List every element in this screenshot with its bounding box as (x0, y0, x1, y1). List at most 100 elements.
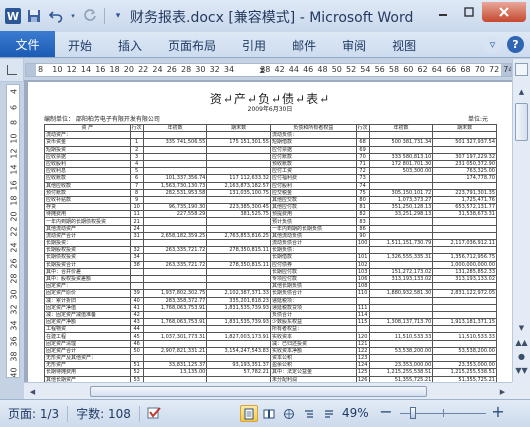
table-cell[interactable] (432, 181, 497, 190)
table-cell[interactable] (206, 325, 271, 334)
table-cell[interactable] (206, 167, 271, 176)
table-cell[interactable]: 固定资产原价 (44, 289, 131, 298)
table-cell[interactable]: 68 (355, 138, 370, 147)
table-cell[interactable]: 83 (355, 217, 370, 226)
table-cell[interactable]: 351,250,128.13 (368, 203, 434, 212)
table-cell[interactable]: 行次 (355, 123, 370, 133)
table-cell[interactable]: 长期投资： (44, 238, 131, 248)
table-cell[interactable]: 1,880,932,581.30 (368, 289, 434, 298)
table-cell[interactable] (129, 131, 144, 140)
table-cell[interactable]: 固定资产合计 (44, 346, 131, 356)
outline-view-icon[interactable] (300, 405, 318, 422)
table-cell[interactable] (142, 325, 208, 334)
table-cell[interactable] (129, 282, 144, 291)
table-cell[interactable] (142, 224, 208, 233)
table-cell[interactable]: 4 (129, 159, 144, 169)
table-cell[interactable]: 减：固定资产减值准备 (44, 310, 131, 320)
table-cell[interactable]: 1,037,301,773.31 (142, 332, 208, 341)
table-cell[interactable] (355, 246, 370, 255)
tab-home[interactable]: 开始 (55, 33, 105, 57)
table-cell[interactable] (206, 353, 271, 363)
table-cell[interactable]: 69 (355, 145, 370, 154)
table-cell[interactable]: 长期债权投资 (44, 253, 131, 262)
tab-view[interactable]: 视图 (379, 33, 429, 57)
table-cell[interactable]: 1,768,063,753.91 (142, 303, 208, 312)
table-cell[interactable]: 111 (355, 303, 370, 312)
table-cell[interactable]: 122 (355, 346, 370, 356)
table-cell[interactable]: 50 (129, 346, 144, 356)
table-cell[interactable]: 501 327,937.54 (432, 138, 497, 147)
table-cell[interactable]: 短期投资 (44, 145, 131, 154)
table-cell[interactable] (432, 224, 497, 233)
view-ruler-button[interactable] (515, 63, 528, 76)
table-cell[interactable]: 38 (129, 260, 144, 269)
table-cell[interactable]: 11 (129, 210, 144, 219)
horizontal-scroll-thumb[interactable] (90, 386, 427, 397)
table-cell[interactable] (206, 339, 271, 348)
table-cell[interactable]: 流动资产： (44, 131, 131, 140)
table-cell[interactable]: 80 (355, 195, 370, 205)
table-cell[interactable]: 应收票据 (44, 152, 131, 161)
table-cell[interactable]: 长期借款 (269, 253, 357, 262)
table-cell[interactable]: 33,831,125.37 (142, 361, 208, 370)
table-cell[interactable]: 流动资产合计 (44, 231, 131, 241)
word-logo-icon[interactable]: W (5, 8, 21, 24)
table-cell[interactable] (142, 159, 208, 169)
table-cell[interactable]: 2,102,387,371.33 (206, 289, 271, 298)
tab-file[interactable]: 文件 (0, 31, 55, 57)
table-cell[interactable] (432, 296, 497, 305)
table-cell[interactable] (368, 310, 434, 320)
table-cell[interactable]: 长期投资合计 (44, 260, 131, 269)
table-cell[interactable]: 应付福利费 (269, 174, 357, 183)
table-cell[interactable]: 1,215,255,538.51 (368, 368, 434, 377)
table-cell[interactable]: 31 (129, 231, 144, 241)
redo-icon[interactable] (81, 7, 99, 25)
table-cell[interactable]: 32 (129, 246, 144, 255)
table-cell[interactable]: 653,572,131.77 (432, 203, 497, 212)
table-cell[interactable]: 5 (129, 167, 144, 176)
table-cell[interactable] (368, 181, 434, 190)
table-cell[interactable]: 110 (355, 289, 370, 298)
table-cell[interactable] (142, 167, 208, 176)
table-cell[interactable]: 期末数 (206, 123, 271, 133)
table-cell[interactable]: 固定资产净额 (44, 318, 131, 327)
table-cell[interactable]: 39 (129, 289, 144, 298)
table-cell[interactable]: 2 (129, 145, 144, 154)
table-cell[interactable]: 其他流动资产 (44, 224, 131, 233)
table-cell[interactable] (206, 145, 271, 154)
table-cell[interactable]: 263,335,721.72 (142, 260, 208, 269)
table-cell[interactable]: 1,725,471.76 (432, 195, 497, 205)
table-cell[interactable] (142, 253, 208, 262)
table-cell[interactable]: 应付债券 (269, 260, 357, 269)
table-cell[interactable] (432, 353, 497, 363)
table-cell[interactable]: 503,300.00 (368, 167, 434, 176)
undo-icon[interactable] (47, 7, 65, 25)
table-cell[interactable]: 72 (355, 167, 370, 176)
table-cell[interactable] (368, 246, 434, 255)
table-cell[interactable] (355, 296, 370, 305)
zoom-out-button[interactable]: − (378, 402, 394, 421)
table-cell[interactable]: 减：累计折旧 (44, 296, 131, 305)
tab-references[interactable]: 引用 (229, 33, 279, 57)
table-cell[interactable]: 93,193,351.37 (206, 361, 271, 370)
table-cell[interactable]: 96,735,190.30 (142, 203, 208, 212)
table-cell[interactable]: 278,350,815.11 (206, 260, 271, 269)
table-cell[interactable]: 其他流动负债 (269, 231, 357, 241)
table-cell[interactable]: 263,335,721.72 (142, 246, 208, 255)
table-cell[interactable]: 工程物资 (44, 325, 131, 334)
table-cell[interactable]: 实收资本净额 (269, 346, 357, 356)
tab-mailings[interactable]: 邮件 (279, 33, 329, 57)
save-icon[interactable] (25, 7, 43, 25)
table-cell[interactable]: 313,193,133.02 (368, 274, 434, 284)
table-cell[interactable]: 23,353,000.00 (432, 361, 497, 370)
table-cell[interactable]: 108 (355, 282, 370, 291)
table-cell[interactable] (355, 131, 370, 140)
table-cell[interactable]: 应收利息 (44, 167, 131, 176)
table-cell[interactable]: 103 (355, 267, 370, 276)
table-cell[interactable]: 124 (355, 361, 370, 370)
table-cell[interactable] (432, 231, 497, 241)
table-cell[interactable] (368, 303, 434, 312)
table-cell[interactable]: 52 (129, 368, 144, 377)
table-cell[interactable]: 307 197,229.32 (432, 152, 497, 161)
table-cell[interactable]: 负债合计 (269, 310, 357, 320)
